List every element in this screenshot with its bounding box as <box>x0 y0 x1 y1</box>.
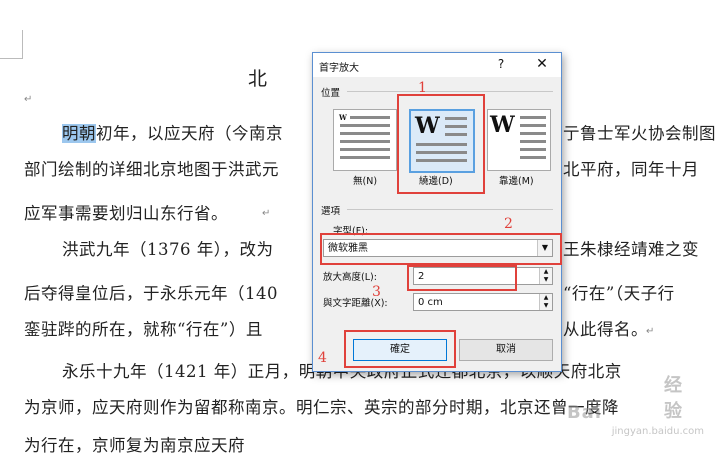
dialog-titlebar[interactable]: 首字放大 ? ✕ <box>313 53 561 77</box>
text-line-9[interactable]: 为行在，京师复为南京应天府 <box>24 436 245 456</box>
grid-line <box>340 124 390 127</box>
close-button[interactable]: ✕ <box>533 56 551 72</box>
grid-line <box>340 140 390 143</box>
lines-to-drop-label: 放大高度(L): <box>323 272 377 283</box>
watermark-url: jingyan.baidu.com <box>611 426 704 437</box>
spin-up-icon[interactable]: ▲ <box>540 294 552 302</box>
grid-line <box>520 124 546 127</box>
position-none-label: 無(N) <box>353 176 378 187</box>
spin-up-icon[interactable]: ▲ <box>540 268 552 276</box>
callout-number-2: 2 <box>504 216 513 232</box>
text-fragment-right-2: 北平府，同年十月 <box>563 160 699 179</box>
paragraph-mark: ↵ <box>24 94 33 105</box>
paragraph-mark: ↵ <box>262 208 271 219</box>
callout-box-2 <box>320 233 562 265</box>
grid-line <box>520 148 546 151</box>
spin-down-icon[interactable]: ▼ <box>540 276 552 284</box>
watermark-text: 经验 <box>664 375 682 422</box>
divider <box>347 209 553 210</box>
grid-line <box>340 148 390 151</box>
text-line-1-rest: 初年，以应天府（今南京 <box>96 124 283 143</box>
page-corner-marker <box>0 30 23 59</box>
text-line-2[interactable]: 部门绘制的详细北京地图于洪武元 <box>24 160 279 180</box>
grid-line <box>350 116 390 119</box>
callout-box-3 <box>407 265 517 291</box>
position-margin-label: 靠邊(M) <box>499 176 534 187</box>
cancel-button[interactable]: 取消 <box>459 339 553 361</box>
text-fragment-right-5: 从此得名。 <box>563 320 648 339</box>
text-line-6[interactable]: 銮驻跸的所在，就称“行在”）且 <box>24 320 263 340</box>
distance-spinner[interactable]: ▲ ▼ <box>539 294 552 310</box>
text-fragment-right-1: 亍鲁士军火协会制图 <box>563 124 716 143</box>
divider <box>347 91 553 92</box>
margin-w-icon: W <box>490 112 515 138</box>
position-margin-option[interactable]: W <box>487 109 551 171</box>
spin-down-icon[interactable]: ▼ <box>540 302 552 310</box>
grid-line <box>520 140 546 143</box>
small-w-icon: W <box>339 113 347 122</box>
callout-box-4 <box>344 330 456 368</box>
grid-line <box>340 156 390 159</box>
position-none-option[interactable]: W <box>333 109 397 171</box>
distance-value: 0 cm <box>418 297 443 308</box>
options-group-label: 選項 <box>321 206 341 217</box>
callout-number-3: 3 <box>372 284 381 300</box>
text-fragment-right-3: 王朱棣经靖难之变 <box>563 240 699 259</box>
callout-box-1 <box>397 94 485 194</box>
help-button[interactable]: ? <box>493 57 509 71</box>
text-line-8[interactable]: 为京师，应天府则作为留都称南京。明仁宗、英宗的部分时期，北京还曾一度降 <box>24 398 619 418</box>
position-group-label: 位置 <box>321 88 341 99</box>
text-line-1[interactable]: 明朝初年，以应天府（今南京 <box>62 124 283 144</box>
callout-number-4: 4 <box>318 350 327 366</box>
distance-input[interactable]: 0 cm ▲ ▼ <box>413 293 553 311</box>
paragraph-mark: ↵ <box>646 326 655 337</box>
grid-line <box>520 156 546 159</box>
selected-text[interactable]: 明朝 <box>62 124 96 143</box>
text-line-3[interactable]: 应军事需要划归山东行省。 <box>24 204 228 224</box>
grid-line <box>520 116 546 119</box>
callout-number-1: 1 <box>418 80 427 96</box>
watermark-logo: Bai <box>566 402 602 423</box>
grid-line <box>520 132 546 135</box>
document-title: 北 <box>248 68 270 90</box>
text-line-4[interactable]: 洪武九年（1376 年），改为 <box>62 240 274 260</box>
dialog-title: 首字放大 <box>319 63 359 74</box>
text-fragment-right-4: “行在”（天子行 <box>563 284 675 303</box>
lines-spinner[interactable]: ▲ ▼ <box>539 268 552 284</box>
grid-line <box>340 132 390 135</box>
text-line-5[interactable]: 后夺得皇位后，于永乐元年（140 <box>24 284 278 304</box>
